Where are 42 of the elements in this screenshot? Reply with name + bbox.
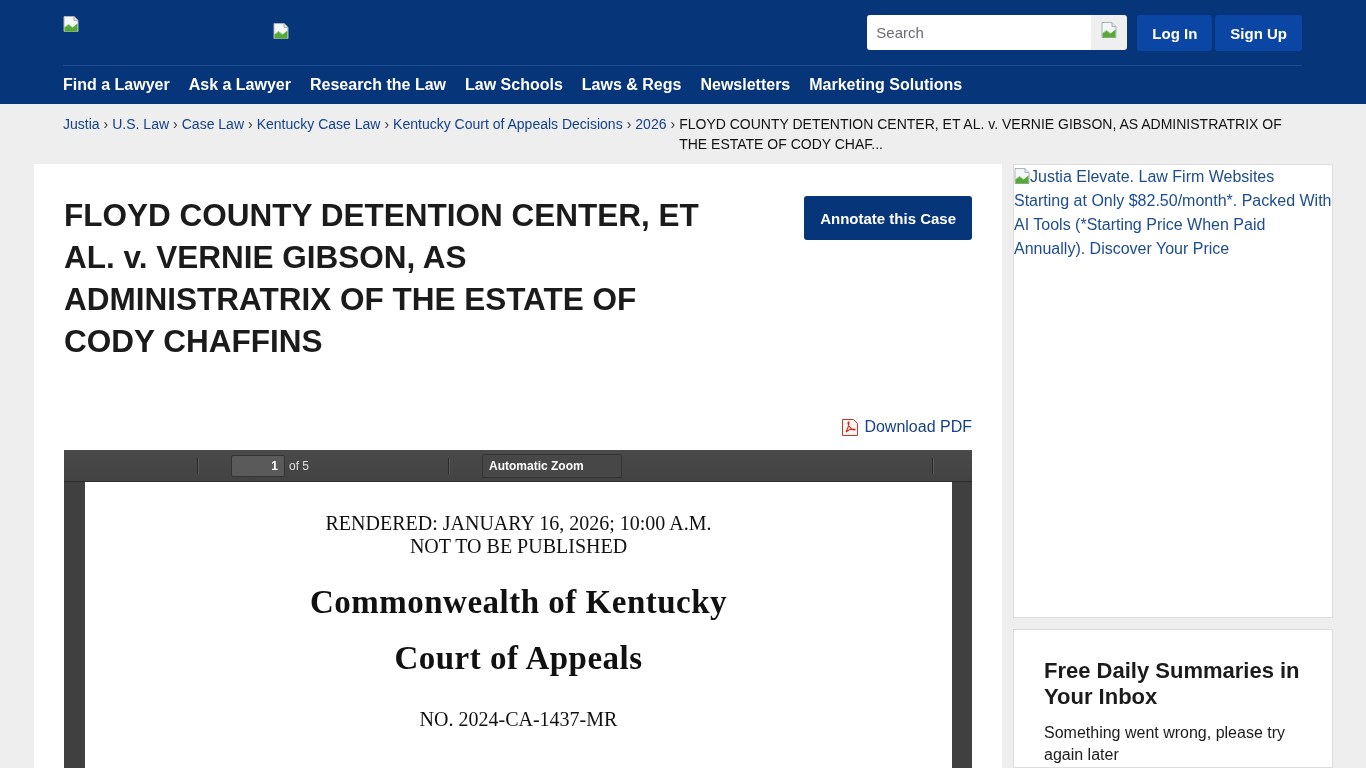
sign-up-button[interactable]: Sign Up [1215, 15, 1302, 51]
case-title: FLOYD COUNTY DETENTION CENTER, ET AL. v. VERNIE GIBSON, AS ADMINISTRATRIX OF THE ESTATE OF CODY CHAFFINS [64, 196, 700, 361]
broken-image-icon [273, 23, 289, 39]
breadcrumb-link[interactable]: Kentucky Case Law [256, 114, 381, 134]
page-number-field[interactable]: 1 [231, 455, 285, 477]
nav-link[interactable]: Find a Lawyer [63, 75, 170, 95]
breadcrumb-separator: › [103, 115, 109, 134]
document-text: NOT TO BE PUBLISHED [409, 535, 628, 558]
breadcrumb-link[interactable]: Case Law [181, 114, 244, 134]
pdf-file-icon [842, 418, 859, 436]
breadcrumb-separator: › [670, 115, 676, 134]
nav-link[interactable]: Ask a Lawyer [188, 75, 291, 95]
zoom-select[interactable]: Automatic Zoom [482, 454, 622, 478]
nav-link[interactable]: Marketing Solutions [809, 75, 963, 95]
breadcrumb-separator: › [173, 115, 178, 134]
breadcrumb-link[interactable]: Kentucky Court of Appeals Decisions [393, 114, 623, 134]
breadcrumb-separator: › [626, 115, 632, 134]
log-in-button[interactable]: Log In [1137, 15, 1213, 51]
error-message: Something went wrong, please try again later [1044, 723, 1286, 765]
download-pdf-link[interactable]: Download PDF [842, 417, 972, 437]
page-count: of 5 [289, 459, 309, 473]
annotate-button[interactable]: Annotate this Case [804, 196, 972, 240]
document-heading: Commonwealth of Kentucky [309, 583, 728, 622]
broken-image-icon [63, 16, 79, 32]
nav-link[interactable]: Newsletters [700, 75, 791, 95]
nav-link[interactable]: Law Schools [465, 75, 563, 95]
breadcrumb-link[interactable]: U.S. Law [112, 114, 170, 134]
breadcrumb-separator: › [384, 115, 390, 134]
breadcrumb-separator: › [248, 115, 253, 134]
document-heading: Court of Appeals [394, 639, 643, 678]
nav-link[interactable]: Research the Law [310, 75, 447, 95]
search-button[interactable] [1091, 15, 1128, 50]
broken-image-icon [1101, 22, 1118, 38]
nav-link[interactable]: Laws & Regs [581, 75, 682, 95]
document-text: RENDERED: JANUARY 16, 2026; 10:00 A.M. [325, 512, 712, 535]
newsletter-title: Free Daily Summaries in Your Inbox [1044, 658, 1301, 710]
ad-link[interactable]: Justia Elevate. Law Firm Websites Starting at Only $82.50/month*. Packed With AI Tools (*Starting Price When Paid Annually). Discover Your Price [1014, 165, 1332, 261]
document-text: NO. 2024-CA-1437-MR [419, 708, 618, 731]
search-field[interactable]: Search [867, 15, 1092, 50]
breadcrumb-link[interactable]: Justia [63, 114, 100, 134]
breadcrumb-link[interactable]: 2026 [635, 114, 667, 134]
breadcrumb-current: FLOYD COUNTY DETENTION CENTER, ET AL. v. VERNIE GIBSON, AS ADMINISTRATRIX OF THE ESTATE OF CODY CHAF... [679, 115, 1283, 154]
